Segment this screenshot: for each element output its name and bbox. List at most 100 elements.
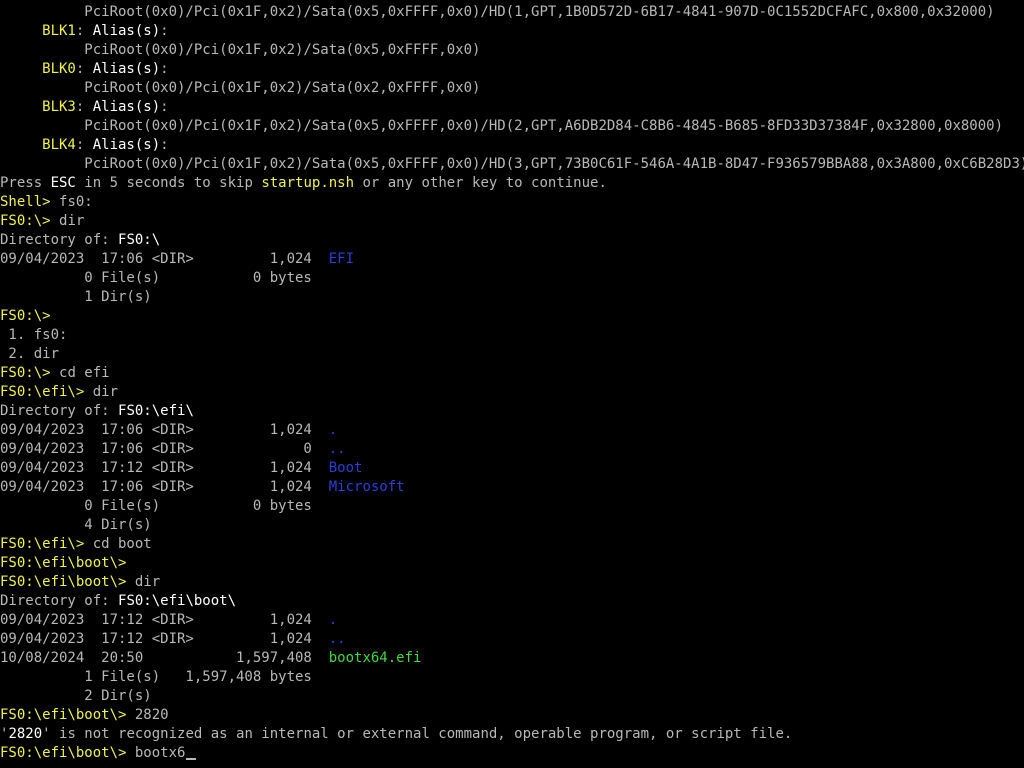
shell-text: ESC (50, 175, 76, 191)
shell-text: Directory of: (0, 232, 119, 248)
shell-text: : (75, 137, 93, 153)
shell-line-prompt: FS0:\efi\> dir (0, 383, 1024, 402)
shell-line-device-path: PciRoot(0x0)/Pci(0x1F,0x2)/Sata(0x5,0xFF… (0, 3, 1024, 22)
shell-text: 0 File(s) 0 bytes (0, 270, 312, 286)
shell-text: BLK1 (0, 23, 76, 39)
shell-text: FS0:\efi\> (0, 384, 93, 400)
shell-text: FS0:\efi\boot\> (0, 707, 135, 723)
shell-line-alias: BLK1: Alias(s): (0, 22, 1024, 41)
shell-text: startup.nsh (261, 175, 355, 191)
shell-text: FS0:\efi\boot\> (0, 574, 135, 590)
shell-text: FS0:\efi\boot\ (118, 593, 237, 609)
shell-text: Alias(s) (92, 61, 161, 77)
shell-text: Directory of: (0, 403, 119, 419)
shell-line-dir-summary: 0 File(s) 0 bytes (0, 497, 1024, 516)
shell-line-dir-header: Directory of: FS0:\efi\boot\ (0, 592, 1024, 611)
shell-text: Alias(s) (92, 99, 161, 115)
shell-text: Alias(s) (92, 137, 161, 153)
shell-line-prompt: Shell> fs0: (0, 193, 1024, 212)
shell-text: in 5 seconds to skip (75, 175, 262, 191)
shell-line-alias: BLK3: Alias(s): (0, 98, 1024, 117)
shell-text: .. (328, 441, 346, 457)
shell-line-prompt: FS0:\efi\boot\> dir (0, 573, 1024, 592)
shell-line-history: 1. fs0: (0, 326, 1024, 345)
shell-text: 2 Dir(s) (0, 688, 152, 704)
shell-line-alias: BLK4: Alias(s): (0, 136, 1024, 155)
shell-line-prompt: FS0:\efi\boot\> (0, 554, 1024, 573)
shell-text: .. (328, 631, 346, 647)
shell-line-dir-entry: 09/04/2023 17:06 <DIR> 1,024 Microsoft (0, 478, 1024, 497)
shell-text: 1. fs0: (0, 327, 68, 343)
shell-text: Microsoft (328, 479, 405, 495)
shell-line-history: 2. dir (0, 345, 1024, 364)
shell-text: . (328, 422, 338, 438)
shell-line-dir-entry: 09/04/2023 17:12 <DIR> 1,024 . (0, 611, 1024, 630)
shell-text: bootx6 (134, 745, 186, 761)
shell-text: Alias(s) (92, 23, 161, 39)
shell-line-dir-summary: 4 Dir(s) (0, 516, 1024, 535)
shell-line-dir-entry: 09/04/2023 17:06 <DIR> 1,024 . (0, 421, 1024, 440)
shell-text: 09/04/2023 17:06 <DIR> 1,024 (0, 251, 329, 267)
shell-text: FS0:\efi\> (0, 536, 93, 552)
shell-text: 09/04/2023 17:12 <DIR> 1,024 (0, 612, 329, 628)
shell-line-dir-summary: 1 Dir(s) (0, 288, 1024, 307)
shell-text: Shell> (0, 194, 60, 210)
shell-text: FS0:\efi\boot\> (0, 745, 135, 761)
shell-line-dir-entry: 09/04/2023 17:06 <DIR> 1,024 EFI (0, 250, 1024, 269)
shell-line-dir-entry: 10/08/2024 20:50 1,597,408 bootx64.efi (0, 649, 1024, 668)
shell-line-message: Press ESC in 5 seconds to skip startup.n… (0, 174, 1024, 193)
shell-text: dir (134, 574, 161, 590)
shell-text: 10/08/2024 20:50 1,597,408 (0, 650, 329, 666)
shell-text: Boot (328, 460, 363, 476)
shell-text: 09/04/2023 17:12 <DIR> 1,024 (0, 460, 329, 476)
shell-text: dir (59, 213, 85, 229)
shell-text: : (160, 61, 169, 77)
shell-text: ' is not recognized as an internal or ex… (42, 726, 793, 742)
shell-text: Directory of: (0, 593, 119, 609)
shell-line-device-path: PciRoot(0x0)/Pci(0x1F,0x2)/Sata(0x5,0xFF… (0, 155, 1024, 174)
shell-line-dir-entry: 09/04/2023 17:06 <DIR> 0 .. (0, 440, 1024, 459)
shell-text: : (75, 99, 93, 115)
shell-text: 0 File(s) 0 bytes (0, 498, 312, 514)
shell-line-dir-summary: 1 File(s) 1,597,408 bytes (0, 668, 1024, 687)
shell-text: FS0:\> (0, 308, 51, 324)
text-cursor (186, 758, 197, 760)
shell-line-current-prompt[interactable]: FS0:\efi\boot\> bootx6 (0, 744, 1024, 763)
shell-text: 2820 (8, 726, 43, 742)
shell-text: FS0:\> (0, 213, 60, 229)
shell-text: BLK0 (0, 61, 76, 77)
shell-text: : (160, 99, 169, 115)
shell-line-prompt: FS0:\> (0, 307, 1024, 326)
shell-text: cd boot (92, 536, 152, 552)
shell-text: : (160, 23, 169, 39)
shell-line-dir-entry: 09/04/2023 17:12 <DIR> 1,024 .. (0, 630, 1024, 649)
shell-text: FS0:\> (0, 365, 60, 381)
shell-line-dir-header: Directory of: FS0:\ (0, 231, 1024, 250)
uefi-shell-screen: { "colors": { "background": "#000000", "… (0, 0, 1024, 768)
shell-text: PciRoot(0x0)/Pci(0x1F,0x2)/Sata(0x5,0xFF… (0, 42, 481, 58)
shell-line-dir-summary: 2 Dir(s) (0, 687, 1024, 706)
shell-text: 09/04/2023 17:06 <DIR> 1,024 (0, 479, 329, 495)
shell-text: fs0: (59, 194, 93, 210)
shell-line-prompt: FS0:\> cd efi (0, 364, 1024, 383)
shell-text: 1 Dir(s) (0, 289, 152, 305)
shell-text: or any other key to continue. (354, 175, 607, 191)
shell-text: PciRoot(0x0)/Pci(0x1F,0x2)/Sata(0x2,0xFF… (0, 80, 481, 96)
shell-text: 1 File(s) 1,597,408 bytes (0, 669, 312, 685)
shell-text: bootx64.efi (328, 650, 422, 666)
shell-text: PciRoot(0x0)/Pci(0x1F,0x2)/Sata(0x5,0xFF… (0, 118, 1004, 134)
shell-text: 09/04/2023 17:12 <DIR> 1,024 (0, 631, 329, 647)
shell-text: : (75, 61, 93, 77)
shell-text: EFI (328, 251, 355, 267)
shell-output[interactable]: PciRoot(0x0)/Pci(0x1F,0x2)/Sata(0x5,0xFF… (0, 3, 1024, 763)
shell-line-prompt: FS0:\efi\boot\> 2820 (0, 706, 1024, 725)
shell-text: 2820 (134, 707, 169, 723)
shell-text: . (328, 612, 338, 628)
shell-text: 09/04/2023 17:06 <DIR> 0 (0, 441, 329, 457)
shell-text: dir (92, 384, 119, 400)
shell-text: Press (0, 175, 51, 191)
shell-text: FS0:\ (118, 232, 161, 248)
shell-line-dir-entry: 09/04/2023 17:12 <DIR> 1,024 Boot (0, 459, 1024, 478)
shell-line-prompt: FS0:\efi\> cd boot (0, 535, 1024, 554)
shell-text: FS0:\efi\ (118, 403, 194, 419)
